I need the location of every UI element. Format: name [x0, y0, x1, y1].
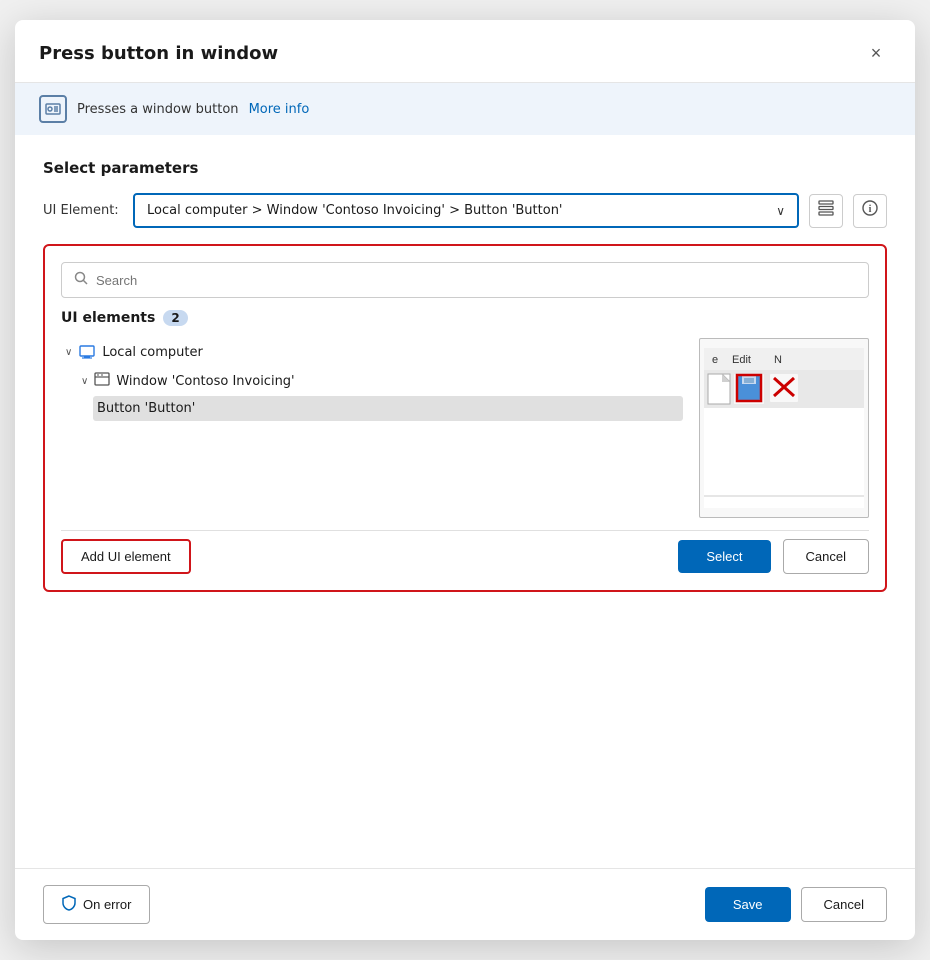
search-box: [61, 262, 869, 298]
tree-item-local-computer[interactable]: ∨ Local computer: [61, 338, 683, 366]
cancel-footer-button[interactable]: Cancel: [801, 887, 887, 922]
on-error-label: On error: [83, 897, 131, 912]
preview-image: e Edit N: [704, 348, 864, 508]
dialog-body: Select parameters UI Element: Local comp…: [15, 135, 915, 868]
press-button-icon: [39, 95, 67, 123]
layers-icon: [817, 199, 835, 222]
footer-right: Save Cancel: [705, 887, 887, 922]
tree-item-button-button[interactable]: Button 'Button': [93, 396, 683, 421]
info-circle-icon: i: [862, 200, 878, 221]
dialog-title: Press button in window: [39, 43, 278, 64]
info-button[interactable]: i: [853, 194, 887, 228]
dropdown-panel: UI elements 2 ∨: [43, 244, 887, 592]
more-info-link[interactable]: More info: [249, 102, 310, 117]
ui-elements-badge: 2: [163, 310, 187, 326]
info-bar: Presses a window button More info: [15, 83, 915, 135]
info-text: Presses a window button: [77, 102, 239, 117]
computer-icon: [78, 343, 96, 361]
select-button[interactable]: Select: [678, 540, 770, 573]
ui-elements-label: UI elements: [61, 310, 155, 326]
layers-button[interactable]: [809, 194, 843, 228]
window-contoso-label: Window 'Contoso Invoicing': [116, 374, 294, 389]
ui-element-value: Local computer > Window 'Contoso Invoici…: [147, 203, 776, 218]
ui-element-row: UI Element: Local computer > Window 'Con…: [43, 193, 887, 228]
close-button[interactable]: ×: [861, 38, 891, 68]
search-icon: [74, 271, 88, 289]
press-button-dialog: Press button in window × Presses a windo…: [15, 20, 915, 940]
chevron-icon: ∨: [65, 347, 72, 358]
ui-element-label: UI Element:: [43, 203, 123, 218]
tree-and-preview: ∨ Local computer ∨: [61, 338, 869, 518]
svg-text:N: N: [774, 354, 782, 366]
section-title: Select parameters: [43, 159, 887, 177]
ui-elements-header: UI elements 2: [61, 310, 869, 326]
ui-element-select[interactable]: Local computer > Window 'Contoso Invoici…: [133, 193, 799, 228]
shield-icon: [62, 895, 76, 914]
save-button[interactable]: Save: [705, 887, 791, 922]
preview-area: e Edit N: [699, 338, 869, 518]
local-computer-label: Local computer: [102, 345, 203, 360]
add-ui-element-button[interactable]: Add UI element: [61, 539, 191, 574]
dropdown-buttons: Add UI element Select Cancel: [61, 530, 869, 574]
button-label: Button 'Button': [97, 401, 195, 416]
svg-text:e: e: [712, 354, 718, 366]
on-error-button[interactable]: On error: [43, 885, 150, 924]
window-icon: [94, 371, 110, 391]
search-input[interactable]: [96, 273, 856, 288]
svg-text:Edit: Edit: [732, 354, 751, 366]
tree-item-window-contoso[interactable]: ∨ Window 'Contoso Invoicing': [77, 366, 683, 396]
dialog-footer: On error Save Cancel: [15, 868, 915, 940]
cancel-dropdown-button[interactable]: Cancel: [783, 539, 869, 574]
tree-section: ∨ Local computer ∨: [61, 338, 683, 518]
svg-text:i: i: [869, 204, 872, 215]
chevron-icon-window: ∨: [81, 376, 88, 387]
dialog-header: Press button in window ×: [15, 20, 915, 83]
chevron-down-icon: ∨: [776, 204, 785, 218]
